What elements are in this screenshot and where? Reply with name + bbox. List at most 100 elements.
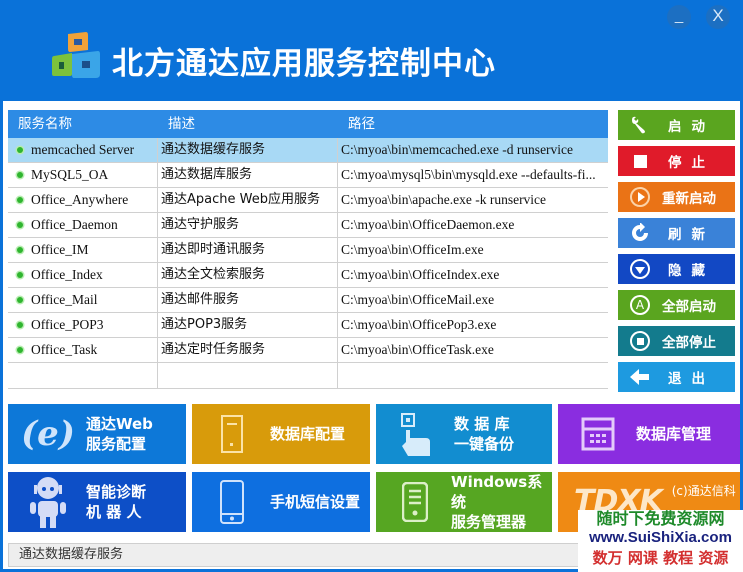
diagnose-label-1: 智能诊断 bbox=[86, 483, 147, 501]
db-config-label-1: 数据库配置 bbox=[270, 425, 346, 443]
service-path: C:\myoa\bin\apache.exe -k runservice bbox=[341, 192, 547, 207]
service-description: 通达即时通讯服务 bbox=[158, 238, 338, 262]
copyright-text: (c)通达信科 bbox=[671, 484, 736, 498]
service-table: 服务名称 描述 路径 memcached Server 通达数据缓存服务 C:\my… bbox=[8, 110, 608, 389]
column-header-name[interactable]: 服务名称 bbox=[8, 110, 158, 138]
stop-square-icon bbox=[628, 149, 652, 173]
running-status-icon bbox=[14, 344, 26, 356]
refresh-button[interactable]: 刷新 bbox=[618, 218, 735, 248]
sms-config-tile[interactable]: 手机短信设置 bbox=[192, 472, 370, 532]
db-backup-label: 数 据 库一键备份 bbox=[454, 414, 514, 454]
service-path: C:\myoa\bin\OfficeIm.exe bbox=[341, 242, 484, 257]
empty-cell bbox=[338, 363, 608, 388]
stop-circle-icon bbox=[628, 329, 652, 353]
exit-button[interactable]: 退出 bbox=[618, 362, 735, 392]
web-config-label: 通达Web 服务配置 bbox=[86, 414, 153, 454]
server-icon bbox=[202, 415, 262, 453]
table-row[interactable]: Office_Index 通达全文检索服务 C:\myoa\bin\OfficeIn… bbox=[8, 263, 608, 288]
a-circle-icon: A bbox=[628, 293, 652, 317]
db-config-tile[interactable]: 数据库配置 bbox=[192, 404, 370, 464]
wrench-icon bbox=[628, 113, 652, 137]
win-services-label: Windows系统 服务管理器 bbox=[451, 472, 552, 532]
ie-icon: (e) bbox=[21, 414, 75, 454]
main-panel: 服务名称 描述 路径 memcached Server 通达数据缓存服务 C:\my… bbox=[3, 101, 740, 569]
refresh-icon bbox=[628, 221, 652, 245]
empty-cell bbox=[8, 363, 158, 388]
running-status-icon bbox=[14, 244, 26, 256]
title-bar: 北方通达应用服务控制中心 _ X bbox=[0, 0, 743, 101]
arrow-left-icon bbox=[628, 365, 652, 389]
table-row[interactable]: Office_Daemon 通达守护服务 C:\myoa\bin\OfficeDae… bbox=[8, 213, 608, 238]
table-row[interactable]: MySQL5_OA 通达数据库服务 C:\myoa\mysql5\bin\mysql… bbox=[8, 163, 608, 188]
running-status-icon bbox=[14, 319, 26, 331]
column-header-path[interactable]: 路径 bbox=[338, 110, 608, 138]
calculator-icon bbox=[568, 417, 628, 451]
service-path: C:\myoa\bin\OfficeTask.exe bbox=[341, 342, 494, 357]
db-manage-tile[interactable]: 数据库管理 bbox=[558, 404, 740, 464]
service-name-cell: Office_IM bbox=[8, 238, 158, 262]
db-manage-label: 数据库管理 bbox=[636, 424, 711, 444]
exit-label: 退出 bbox=[668, 371, 715, 387]
service-name-cell: Office_POP3 bbox=[8, 313, 158, 337]
start-button[interactable]: 启动 bbox=[618, 110, 735, 140]
diagnose-label-2: 机 器 人 bbox=[86, 503, 142, 521]
service-name-cell: Office_Daemon bbox=[8, 213, 158, 237]
start-all-button[interactable]: A 全部启动 bbox=[618, 290, 735, 320]
service-description: 通达数据库服务 bbox=[158, 163, 338, 187]
service-name: Office_IM bbox=[31, 242, 89, 257]
sms-config-label-1: 手机短信设置 bbox=[270, 493, 361, 511]
touch-icon bbox=[386, 412, 446, 456]
running-status-icon bbox=[14, 269, 26, 281]
stop-button[interactable]: 停止 bbox=[618, 146, 735, 176]
table-row[interactable]: Office_Anywhere 通达Apache Web应用服务 C:\myoa\b… bbox=[8, 188, 608, 213]
column-header-description[interactable]: 描述 bbox=[158, 110, 338, 138]
app-title: 北方通达应用服务控制中心 bbox=[112, 46, 496, 82]
table-row[interactable]: memcached Server 通达数据缓存服务 C:\myoa\bin\memc… bbox=[8, 138, 608, 163]
service-name: MySQL5_OA bbox=[31, 167, 109, 182]
device-icon bbox=[386, 482, 443, 522]
service-path: C:\myoa\mysql5\bin\mysqld.exe --defaults… bbox=[341, 167, 596, 182]
minimize-button[interactable]: _ bbox=[667, 5, 691, 29]
diagnose-tile[interactable]: 智能诊断机 器 人 bbox=[8, 472, 186, 532]
running-status-icon bbox=[14, 294, 26, 306]
table-row[interactable]: Office_Task 通达定时任务服务 C:\myoa\bin\OfficeTas… bbox=[8, 338, 608, 363]
service-name: Office_POP3 bbox=[31, 317, 104, 332]
hide-button[interactable]: 隐藏 bbox=[618, 254, 735, 284]
start-all-label: 全部启动 bbox=[662, 299, 716, 315]
win-services-tile[interactable]: Windows系统 服务管理器 bbox=[376, 472, 552, 532]
service-description: 通达数据缓存服务 bbox=[158, 138, 338, 162]
service-name: Office_Index bbox=[31, 267, 103, 282]
service-name: Office_Mail bbox=[31, 292, 98, 307]
app-window: 北方通达应用服务控制中心 _ X 服务名称 描述 路径 memcached Se… bbox=[0, 0, 743, 572]
table-row[interactable]: Office_Mail 通达邮件服务 C:\myoa\bin\OfficeMail.… bbox=[8, 288, 608, 313]
db-manage-label-1: 数据库管理 bbox=[636, 425, 712, 443]
phone-icon bbox=[202, 480, 262, 524]
play-circle-icon bbox=[628, 185, 652, 209]
watermark-line-2: www.SuiShiXia.com bbox=[589, 529, 732, 546]
running-status-icon bbox=[14, 144, 26, 156]
service-name: memcached Server bbox=[31, 142, 135, 157]
diagnose-label: 智能诊断机 器 人 bbox=[86, 482, 146, 522]
service-name: Office_Anywhere bbox=[31, 192, 129, 207]
stop-all-button[interactable]: 全部停止 bbox=[618, 326, 735, 356]
win-services-label-1: Windows系统 bbox=[451, 473, 543, 511]
sms-config-label: 手机短信设置 bbox=[270, 492, 360, 512]
running-status-icon bbox=[14, 169, 26, 181]
db-backup-tile[interactable]: 数 据 库一键备份 bbox=[376, 404, 552, 464]
service-name-cell: MySQL5_OA bbox=[8, 163, 158, 187]
restart-button[interactable]: 重新启动 bbox=[618, 182, 735, 212]
running-status-icon bbox=[14, 194, 26, 206]
table-body: memcached Server 通达数据缓存服务 C:\myoa\bin\memc… bbox=[8, 138, 608, 363]
web-config-tile[interactable]: (e) 通达Web 服务配置 bbox=[8, 404, 186, 464]
table-row[interactable]: Office_POP3 通达POP3服务 C:\myoa\bin\OfficePop… bbox=[8, 313, 608, 338]
status-bar: 通达数据缓存服务 bbox=[8, 543, 583, 567]
down-circle-icon bbox=[628, 257, 652, 281]
service-name-cell: Office_Index bbox=[8, 263, 158, 287]
service-description: 通达守护服务 bbox=[158, 213, 338, 237]
watermark-line-3: 数万 网课 教程 资源 bbox=[592, 549, 729, 567]
service-path: C:\myoa\bin\OfficeMail.exe bbox=[341, 292, 495, 307]
db-config-label: 数据库配置 bbox=[270, 424, 345, 444]
table-row[interactable]: Office_IM 通达即时通讯服务 C:\myoa\bin\OfficeIm.ex… bbox=[8, 238, 608, 263]
service-name-cell: Office_Task bbox=[8, 338, 158, 362]
close-button[interactable]: X bbox=[706, 5, 730, 29]
